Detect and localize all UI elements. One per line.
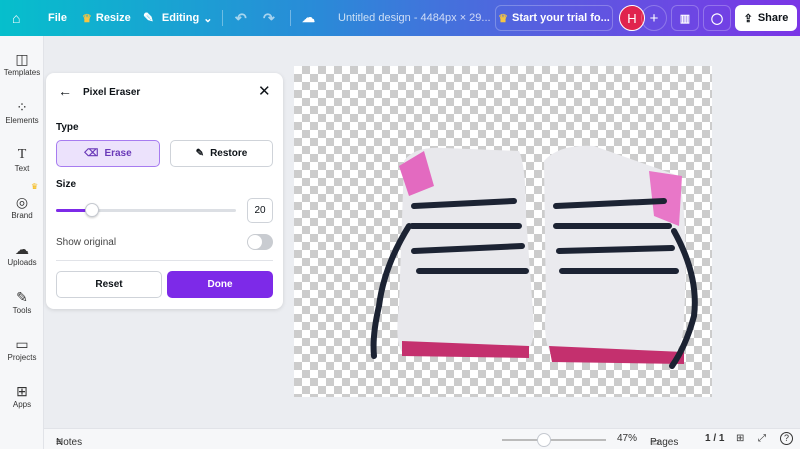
help-icon[interactable]: ? (780, 432, 793, 445)
show-original-label: Show original (56, 237, 117, 248)
text-icon: T (17, 147, 27, 162)
page-count: 1 / 1 (705, 433, 725, 444)
top-bar: ⌂ File ♛ Resize ✎ Editing ⌄ ↶ ↷ ☁ Untitled … (0, 0, 800, 36)
crown-icon: ♛ (82, 12, 92, 25)
add-collaborator-button[interactable]: + (641, 5, 667, 31)
sidebar-item-projects[interactable]: ▭ Projects (0, 335, 44, 362)
size-label: Size (56, 179, 77, 190)
brush-icon: ✎ (195, 148, 205, 159)
home-icon[interactable]: ⌂ (12, 10, 20, 26)
size-slider-handle[interactable] (85, 203, 99, 217)
divider (56, 260, 273, 261)
start-trial-button[interactable]: ♛ Start your trial fo... (495, 5, 613, 31)
elements-icon: ⁘ (16, 99, 28, 115)
file-menu[interactable]: File (48, 12, 67, 24)
zoom-slider[interactable] (502, 433, 606, 447)
chevron-down-icon: ⌄ (203, 12, 213, 25)
close-icon[interactable]: ✕ (258, 82, 271, 100)
panel-title: Pixel Eraser (83, 87, 141, 98)
design-title[interactable]: Untitled design - 4484px × 29... (338, 12, 491, 24)
zoom-slider-handle[interactable] (536, 433, 551, 447)
show-original-toggle[interactable] (247, 234, 273, 250)
editing-dropdown[interactable]: ✎ Editing ⌄ (143, 10, 212, 26)
sidebar-item-templates[interactable]: ◫ Templates (0, 50, 44, 77)
reset-button[interactable]: Reset (56, 271, 162, 298)
tools-icon: ✎ (16, 289, 28, 305)
sidebar-item-brand[interactable]: ◎ Brand (0, 193, 44, 220)
erase-button[interactable]: ⌫ Erase (56, 140, 160, 167)
size-slider[interactable] (56, 203, 236, 217)
sidebar-item-uploads[interactable]: ☁ Uploads (0, 240, 44, 267)
pencil-icon: ✎ (143, 10, 154, 25)
redo-icon[interactable]: ↷ (263, 10, 275, 27)
done-button[interactable]: Done (167, 271, 273, 298)
folder-icon: ▭ (15, 336, 29, 352)
apps-icon: ⊞ (16, 383, 28, 399)
resize-button[interactable]: ♛ Resize (82, 12, 131, 25)
back-arrow-icon[interactable]: ← (58, 83, 72, 99)
type-label: Type (56, 122, 79, 133)
restore-button[interactable]: ✎ Restore (170, 140, 273, 167)
sidebar: ◫ Templates ⁘ Elements T Text ♛ ◎ Brand ☁ Upl… (0, 36, 44, 449)
share-icon: ⇪ (743, 12, 753, 25)
analytics-icon[interactable]: ▥ (671, 5, 699, 31)
fullscreen-icon[interactable]: ⤢ (758, 433, 766, 444)
sidebar-item-tools[interactable]: ✎ Tools (0, 288, 44, 315)
share-button[interactable]: ⇪ Share (735, 5, 797, 31)
zoom-level[interactable]: 47% (617, 433, 637, 444)
upload-icon: ☁ (15, 241, 29, 257)
grid-view-icon[interactable]: ⊞ (736, 433, 744, 444)
crown-icon: ♛ (31, 182, 39, 191)
crown-icon: ♛ (498, 12, 509, 25)
sidebar-item-apps[interactable]: ⊞ Apps (0, 382, 44, 409)
sidebar-item-text[interactable]: T Text (0, 146, 44, 173)
footer-bar: ≡ Notes 47% ▭ Pages 1 / 1 ⊞ ⤢ ? (44, 428, 800, 449)
sneakers-image (370, 145, 698, 369)
template-icon: ◫ (15, 51, 29, 67)
pixel-eraser-panel: ← Pixel Eraser ✕ Type ⌫ Erase ✎ Restore Si… (46, 73, 283, 309)
size-input[interactable]: 20 (247, 198, 273, 223)
undo-icon[interactable]: ↶ (235, 10, 247, 27)
brand-icon: ◎ (15, 194, 29, 210)
design-canvas[interactable] (294, 66, 712, 397)
comment-icon[interactable]: ◯ (703, 5, 731, 31)
sidebar-item-elements[interactable]: ⁘ Elements (0, 98, 44, 125)
cloud-saved-icon[interactable]: ☁ (302, 10, 315, 26)
eraser-icon: ⌫ (84, 148, 99, 159)
